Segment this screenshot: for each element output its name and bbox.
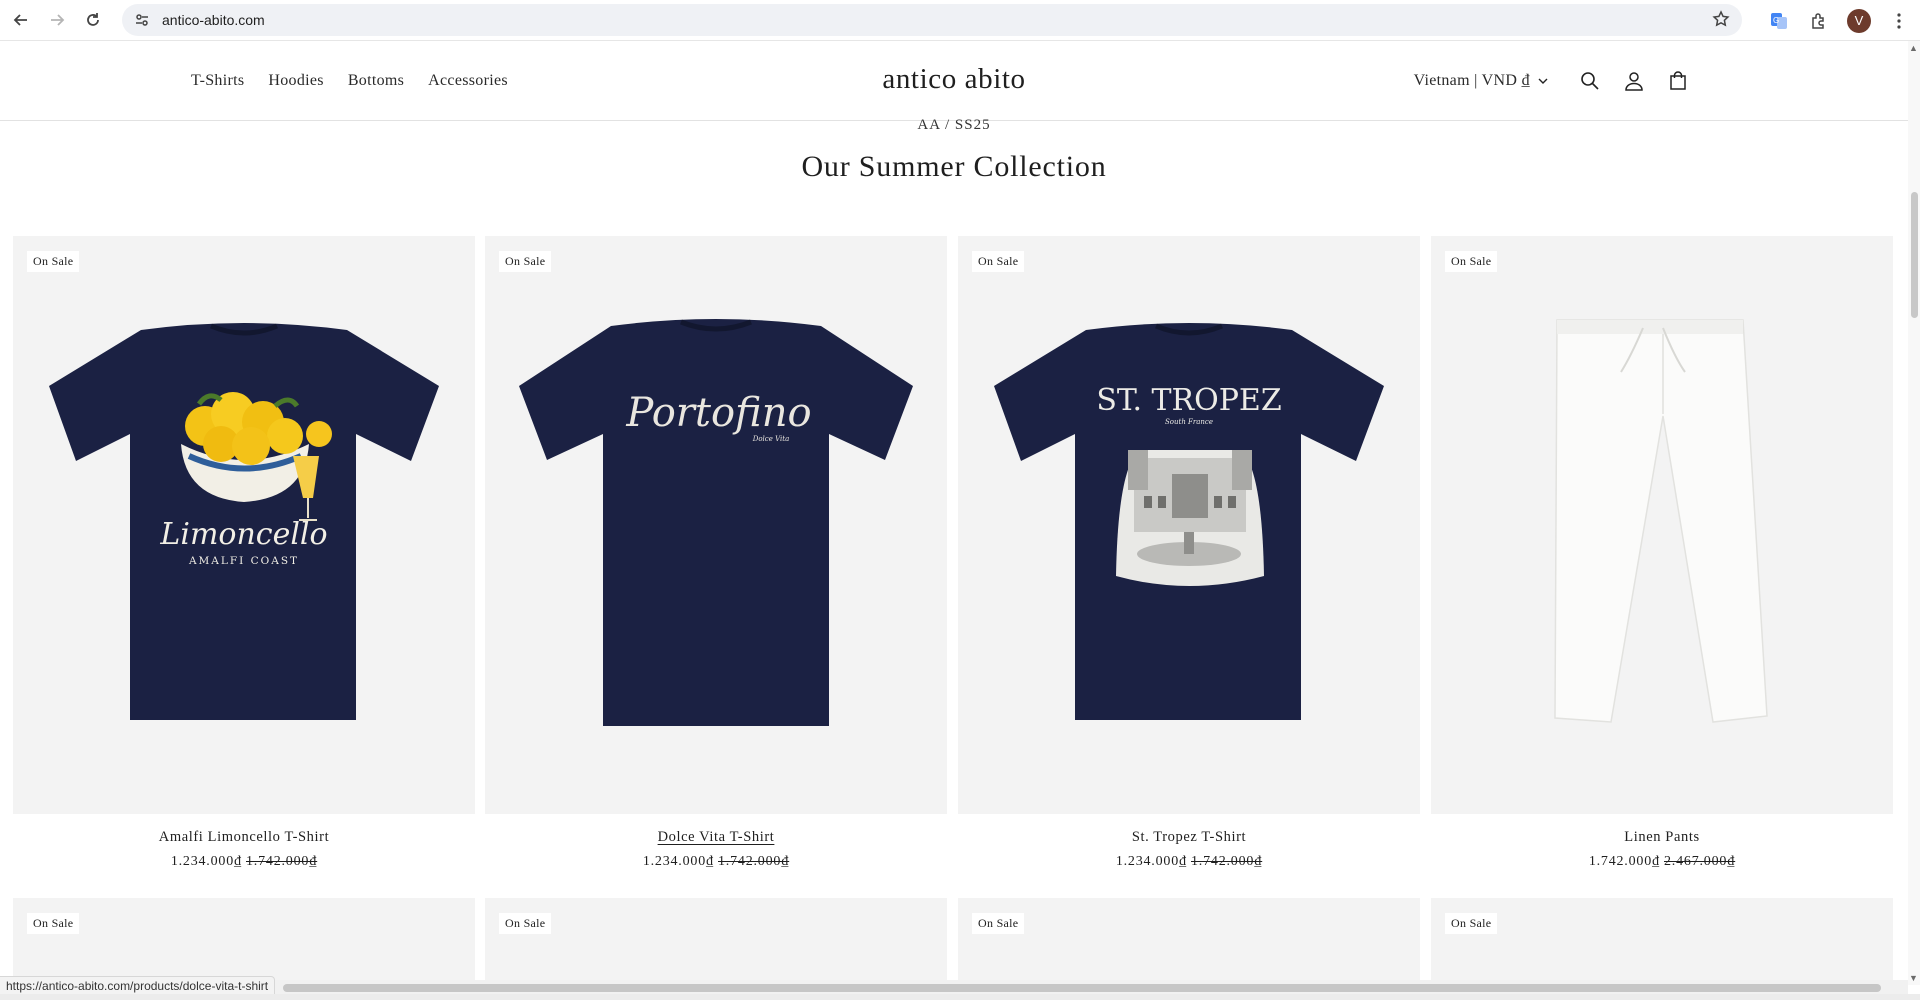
- print-subtitle: South France: [1165, 418, 1213, 426]
- chevron-down-icon: [1538, 72, 1548, 90]
- product-card[interactable]: On Sale Limoncello AMALFI COAST Amalfi L…: [13, 236, 475, 870]
- compare-price: 1.742.000₫: [718, 854, 790, 869]
- menu-kebab-icon[interactable]: [1882, 4, 1916, 38]
- sale-badge: On Sale: [499, 251, 552, 272]
- locale-label: Vietnam | VND ₫: [1413, 72, 1530, 89]
- tshirt-st-tropez-image: ST. TROPEZ South France: [994, 323, 1384, 720]
- sale-price: 1.742.000₫: [1588, 854, 1660, 869]
- forward-icon[interactable]: [42, 5, 72, 35]
- reload-icon[interactable]: [78, 5, 108, 35]
- sale-price: 1.234.000₫: [1115, 854, 1187, 869]
- sale-badge: On Sale: [499, 913, 552, 934]
- sale-price: 1.234.000₫: [642, 854, 714, 869]
- address-bar[interactable]: antico-abito.com: [122, 4, 1742, 36]
- tshirt-portofino-image: Portofino Dolce Vita: [519, 319, 913, 726]
- product-card[interactable]: On Sale ST. TROPEZ South France St. Trop…: [958, 236, 1420, 870]
- linen-pants-image: [1554, 319, 1768, 723]
- extensions-icon[interactable]: [1802, 4, 1836, 38]
- browser-toolbar: antico-abito.com G V: [0, 0, 1920, 41]
- print-subtitle: AMALFI COAST: [188, 555, 299, 567]
- vertical-scroll-thumb[interactable]: [1911, 192, 1918, 318]
- site-settings-icon[interactable]: [132, 10, 152, 30]
- url-text[interactable]: antico-abito.com: [162, 12, 265, 28]
- sale-badge: On Sale: [1445, 251, 1498, 272]
- locale-selector[interactable]: Vietnam | VND ₫: [1414, 72, 1548, 90]
- product-price: 1.234.000₫ 1.742.000₫: [13, 854, 475, 870]
- sale-badge: On Sale: [27, 251, 80, 272]
- bookmark-star-icon[interactable]: [1712, 10, 1730, 33]
- print-title: ST. TROPEZ: [1096, 383, 1281, 418]
- product-price: 1.234.000₫ 1.742.000₫: [958, 854, 1420, 870]
- scroll-down-arrow-icon[interactable]: ▼: [1909, 973, 1918, 983]
- sale-badge: On Sale: [972, 251, 1025, 272]
- profile-avatar[interactable]: V: [1842, 4, 1876, 38]
- product-title[interactable]: Amalfi Limoncello T-Shirt: [13, 829, 475, 846]
- print-subtitle: Dolce Vita: [752, 435, 790, 443]
- product-image[interactable]: On Sale Portofino Dolce Vita: [485, 236, 947, 814]
- section-eyebrow: AA / SS25: [917, 117, 991, 133]
- product-image[interactable]: On Sale ST. TROPEZ South France: [958, 236, 1420, 814]
- account-icon[interactable]: [1612, 59, 1656, 103]
- product-title[interactable]: Dolce Vita T-Shirt: [485, 829, 947, 846]
- sale-badge: On Sale: [27, 913, 80, 934]
- product-card[interactable]: On Sale Portofino Dolce Vita Dolce Vita …: [485, 236, 947, 870]
- print-title: Limoncello: [159, 517, 327, 552]
- tshirt-limoncello-image: Limoncello AMALFI COAST: [49, 323, 439, 720]
- site-header: T-Shirts Hoodies Bottoms Accessories ant…: [0, 41, 1908, 121]
- sale-badge: On Sale: [972, 913, 1025, 934]
- sale-badge: On Sale: [1445, 913, 1498, 934]
- cart-icon[interactable]: [1656, 59, 1700, 103]
- product-title[interactable]: St. Tropez T-Shirt: [958, 829, 1420, 846]
- print-title: Portofino: [625, 390, 811, 436]
- section-title: Our Summer Collection: [801, 150, 1107, 183]
- horizontal-scrollbar[interactable]: [0, 980, 1908, 994]
- back-icon[interactable]: [6, 5, 36, 35]
- product-price: 1.234.000₫ 1.742.000₫: [485, 854, 947, 870]
- product-title[interactable]: Linen Pants: [1431, 829, 1893, 846]
- svg-text:G: G: [1773, 16, 1779, 25]
- translate-icon[interactable]: G: [1762, 4, 1796, 38]
- product-price: 1.742.000₫ 2.467.000₫: [1431, 854, 1893, 870]
- product-card[interactable]: On Sale Linen Pants 1.742.000₫ 2.467.000₫: [1431, 236, 1893, 870]
- compare-price: 1.742.000₫: [246, 854, 318, 869]
- product-image[interactable]: On Sale Limoncello AMALFI COAST: [13, 236, 475, 814]
- compare-price: 1.742.000₫: [1191, 854, 1263, 869]
- scroll-up-arrow-icon[interactable]: ▲: [1909, 43, 1918, 53]
- sale-price: 1.234.000₫: [170, 854, 242, 869]
- avatar: V: [1847, 8, 1871, 33]
- horizontal-scroll-thumb[interactable]: [283, 984, 1881, 992]
- vertical-scrollbar[interactable]: ▲ ▼: [1908, 41, 1920, 985]
- search-icon[interactable]: [1568, 59, 1612, 103]
- product-image[interactable]: On Sale: [1431, 236, 1893, 814]
- bottom-edge: [0, 994, 1920, 1000]
- compare-price: 2.467.000₫: [1664, 854, 1736, 869]
- link-status-bar: https://antico-abito.com/products/dolce-…: [0, 976, 276, 996]
